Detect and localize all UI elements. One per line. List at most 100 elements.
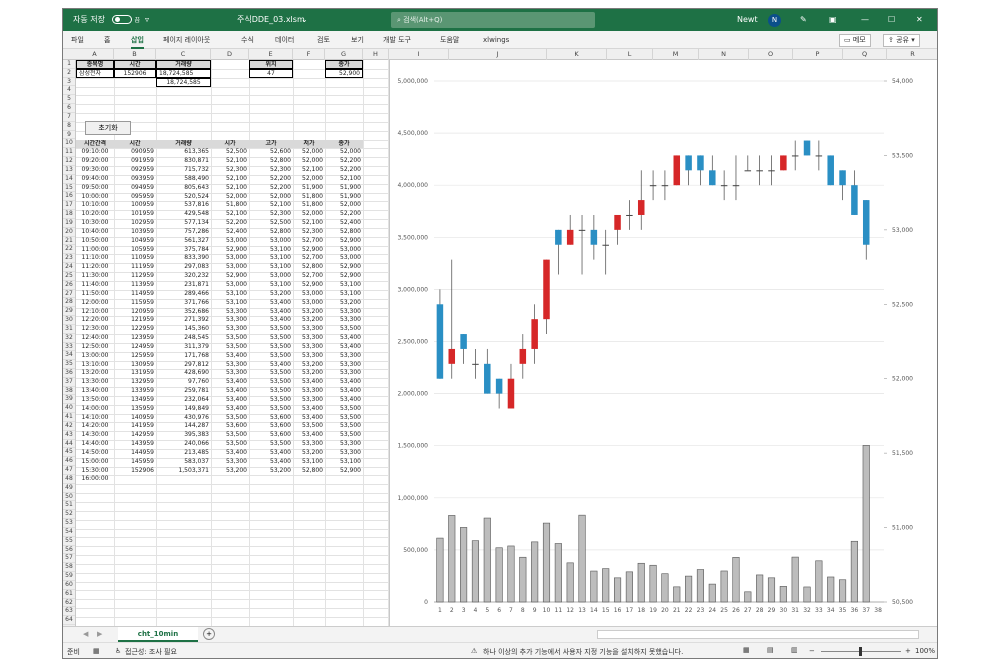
prev-sheet-icon[interactable]: ◀ <box>83 630 88 638</box>
column-header[interactable]: E <box>249 49 293 60</box>
cell[interactable]: 149,849 <box>156 405 211 414</box>
cell[interactable]: 13:30:00 <box>76 378 114 387</box>
column-header[interactable]: M <box>653 49 699 60</box>
cell[interactable]: 52,900 <box>325 272 363 281</box>
row-header[interactable]: 19 <box>63 219 75 228</box>
cell[interactable]: 53,100 <box>325 281 363 290</box>
cell[interactable]: 51,800 <box>293 193 325 202</box>
cell[interactable]: 53,300 <box>211 361 249 370</box>
cell[interactable]: 112959 <box>114 272 156 281</box>
cell[interactable]: 52,700 <box>293 254 325 263</box>
cell[interactable]: 53,000 <box>249 272 293 281</box>
cell[interactable]: 53,000 <box>325 246 363 255</box>
row-header[interactable]: 63 <box>63 607 75 617</box>
row-header[interactable]: 42 <box>63 422 75 431</box>
cell[interactable]: 320,232 <box>156 272 211 281</box>
column-header[interactable]: B <box>114 49 156 60</box>
cell[interactable]: 53,600 <box>211 422 249 431</box>
candle-body[interactable] <box>614 214 621 230</box>
row-header[interactable]: 54 <box>63 528 75 537</box>
cell[interactable]: 14:30:00 <box>76 431 114 440</box>
cell[interactable]: 09:20:00 <box>76 157 114 166</box>
cell[interactable]: 12:30:00 <box>76 325 114 334</box>
cell[interactable]: 52,000 <box>293 175 325 184</box>
cell[interactable]: 53,300 <box>325 316 363 325</box>
cell[interactable]: 53,300 <box>211 316 249 325</box>
cell[interactable]: 52,100 <box>293 219 325 228</box>
cell[interactable]: 53,400 <box>249 361 293 370</box>
cell[interactable]: 53,000 <box>325 254 363 263</box>
cell[interactable]: 583,037 <box>156 458 211 467</box>
cell[interactable]: 805,643 <box>156 184 211 193</box>
cell[interactable]: 53,300 <box>293 325 325 334</box>
cell[interactable]: 375,784 <box>156 246 211 255</box>
cell[interactable]: 14:40:00 <box>76 440 114 449</box>
candlestick-chart[interactable]: 0 500,000 1,000,000 1,500,000 2,000,000 2,500… <box>389 60 937 626</box>
cell[interactable]: 53,000 <box>293 290 325 299</box>
row-header[interactable]: 16 <box>63 192 75 202</box>
cell[interactable]: 52,600 <box>249 148 293 157</box>
cell[interactable]: 52,700 <box>293 237 325 246</box>
cell[interactable]: 53,500 <box>325 325 363 334</box>
cell[interactable]: 52,900 <box>293 246 325 255</box>
cell[interactable]: 거래량 <box>156 60 211 69</box>
cell[interactable]: 53,200 <box>293 316 325 325</box>
cell[interactable]: 10:20:00 <box>76 210 114 219</box>
cell[interactable]: 53,100 <box>293 458 325 467</box>
cell[interactable]: 52,900 <box>325 68 363 78</box>
cell[interactable]: 53,500 <box>293 422 325 431</box>
cell[interactable]: 231,871 <box>156 281 211 290</box>
volume-bar[interactable] <box>850 540 858 603</box>
cell[interactable]: 135959 <box>114 405 156 414</box>
candle-body[interactable] <box>780 155 787 171</box>
cell[interactable]: 115959 <box>114 299 156 308</box>
cell[interactable]: 12:10:00 <box>76 308 114 317</box>
cell[interactable]: 52,000 <box>211 193 249 202</box>
close-icon[interactable]: ✕ <box>916 9 923 31</box>
cell[interactable]: 14:20:00 <box>76 422 114 431</box>
column-header[interactable]: L <box>607 49 653 60</box>
row-header[interactable]: 14 <box>63 175 75 184</box>
cell[interactable]: 15:30:00 <box>76 467 114 476</box>
cell[interactable]: 13:10:00 <box>76 361 114 370</box>
cell[interactable]: 131959 <box>114 369 156 378</box>
cell[interactable]: 537,816 <box>156 201 211 210</box>
cell[interactable]: 53,400 <box>325 343 363 352</box>
cell[interactable]: 142959 <box>114 431 156 440</box>
column-header[interactable]: F <box>293 49 325 60</box>
cell[interactable]: 53,100 <box>249 254 293 263</box>
cell[interactable]: 53,100 <box>249 246 293 255</box>
cell[interactable]: 53,200 <box>293 369 325 378</box>
macro-record-icon[interactable]: ▦ <box>93 647 100 655</box>
cell[interactable]: 52,300 <box>211 166 249 175</box>
cell[interactable]: 53,300 <box>211 308 249 317</box>
cell[interactable]: 125959 <box>114 352 156 361</box>
column-header[interactable]: J <box>449 49 547 60</box>
row-header[interactable]: 21 <box>63 237 75 246</box>
cell[interactable]: 145959 <box>114 458 156 467</box>
column-header[interactable]: C <box>156 49 211 60</box>
cell[interactable]: 09:50:00 <box>76 184 114 193</box>
volume-bar[interactable] <box>531 541 539 603</box>
row-header[interactable]: 11 <box>63 148 75 158</box>
column-header[interactable]: H <box>363 49 389 60</box>
cell[interactable]: 52,100 <box>211 175 249 184</box>
cell[interactable]: 53,300 <box>293 440 325 449</box>
cell[interactable]: 090959 <box>114 148 156 157</box>
volume-bar[interactable] <box>554 543 562 603</box>
cell[interactable]: 53,300 <box>325 369 363 378</box>
volume-bar[interactable] <box>460 527 468 603</box>
cell[interactable]: 52,000 <box>249 193 293 202</box>
cell[interactable]: 171,768 <box>156 352 211 361</box>
cell[interactable]: 53,400 <box>249 308 293 317</box>
cell[interactable]: 53,200 <box>293 308 325 317</box>
cell[interactable]: 144,287 <box>156 422 211 431</box>
row-header[interactable]: 8 <box>63 122 75 131</box>
cell[interactable]: 53,500 <box>325 431 363 440</box>
cell[interactable]: 52,300 <box>293 228 325 237</box>
cell[interactable]: 53,600 <box>249 414 293 423</box>
row-header[interactable]: 47 <box>63 466 75 475</box>
cell[interactable]: 53,400 <box>211 396 249 405</box>
row-header[interactable]: 50 <box>63 493 75 502</box>
cell[interactable]: 53,000 <box>293 299 325 308</box>
